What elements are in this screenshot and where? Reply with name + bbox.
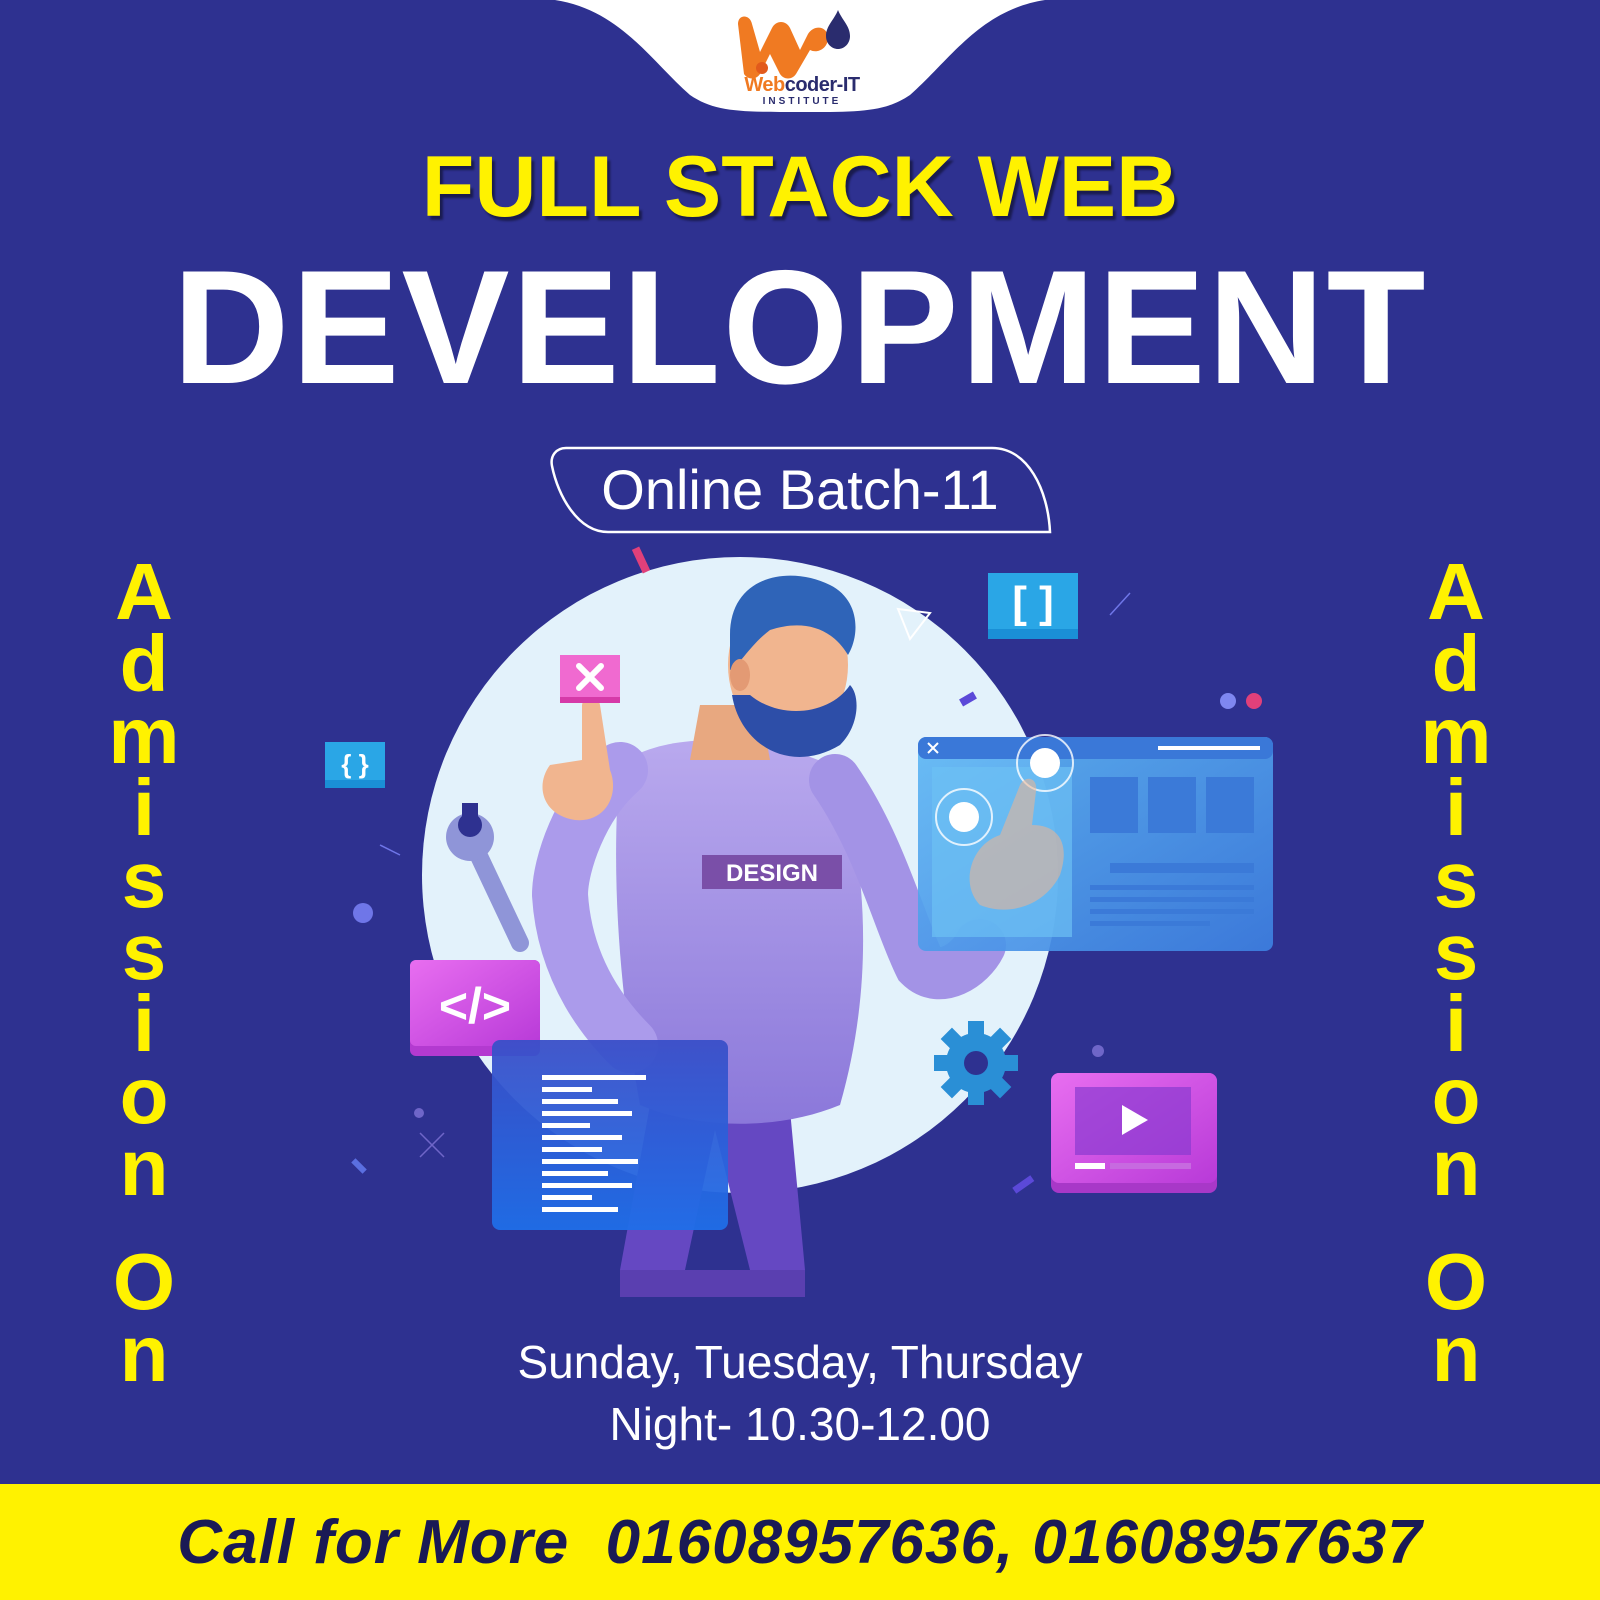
- poster: Webcoder-IT INSTITUTE FULL STACK WEB DEV…: [0, 0, 1600, 1600]
- batch-label: Online Batch-11: [601, 458, 999, 521]
- footer-bar: Call for More 01608957636, 01608957637: [0, 1484, 1600, 1600]
- headline-line2: DEVELOPMENT: [172, 237, 1428, 418]
- admission-letter: i: [1444, 979, 1468, 1068]
- developer-illustration: [ ] { } DESIGN </>: [325, 546, 1273, 1297]
- admission-letter: O: [1424, 1237, 1488, 1326]
- admission-label-left: A d m i s s i o n O n: [84, 547, 204, 1394]
- admission-letter: o: [119, 1051, 169, 1140]
- admission-letter: n: [1431, 1123, 1481, 1212]
- small-bracket-text: { }: [341, 749, 368, 779]
- admission-label-right: A d m i s s i o n O n: [1396, 547, 1516, 1394]
- bracket-text: [ ]: [1012, 578, 1054, 627]
- code-panel: [492, 1040, 728, 1230]
- admission-letter: i: [132, 979, 156, 1068]
- code-tag-text: </>: [439, 978, 511, 1034]
- brand-name-part1: Web: [744, 74, 785, 96]
- admission-letter: s: [121, 835, 167, 924]
- gear-icon: [934, 1021, 1018, 1105]
- footer-contact-text: Call for More 01608957636, 01608957637: [177, 1507, 1423, 1577]
- schedule-days: Sunday, Tuesday, Thursday: [517, 1336, 1083, 1388]
- brand-name-part2: coder-IT: [784, 74, 860, 96]
- admission-letter: i: [1444, 763, 1468, 852]
- admission-letter: A: [115, 547, 173, 636]
- admission-letter: o: [1431, 1051, 1481, 1140]
- admission-letter: n: [119, 1123, 169, 1212]
- admission-letter: i: [132, 763, 156, 852]
- shirt-text: DESIGN: [726, 860, 818, 887]
- browser-window-panel: [918, 734, 1273, 951]
- admission-letter: d: [1431, 619, 1481, 708]
- brand-subtitle: INSTITUTE: [762, 96, 842, 107]
- close-tile-icon: [560, 655, 620, 703]
- admission-letter: s: [1433, 835, 1479, 924]
- admission-letter: A: [1427, 547, 1485, 636]
- shirt-label: DESIGN: [702, 855, 842, 889]
- headline-line1: FULL STACK WEB: [421, 139, 1179, 235]
- video-player-icon: [1051, 1073, 1217, 1193]
- admission-letter: s: [1433, 907, 1479, 996]
- admission-letter: O: [112, 1237, 176, 1326]
- admission-letter: m: [108, 691, 180, 780]
- brand-wordmark: Webcoder-IT: [712, 74, 892, 97]
- admission-letter: m: [1420, 691, 1492, 780]
- bracket-tile-small: { }: [325, 742, 385, 788]
- admission-letter: s: [121, 907, 167, 996]
- admission-letter: d: [119, 619, 169, 708]
- schedule-time: Night- 10.30-12.00: [609, 1398, 991, 1450]
- bracket-tile-large: [ ]: [988, 573, 1078, 639]
